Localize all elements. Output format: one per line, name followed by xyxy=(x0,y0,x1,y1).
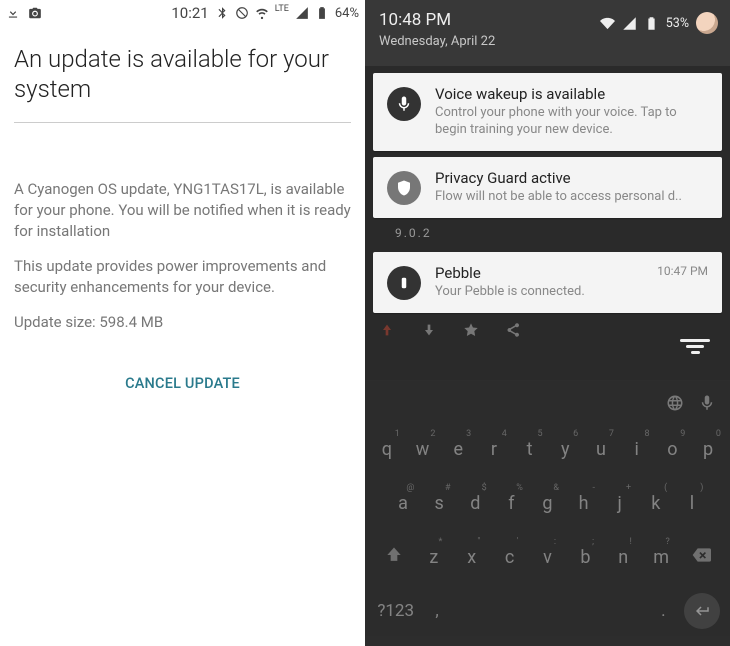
key-f[interactable]: f% xyxy=(496,493,527,514)
key-h[interactable]: h- xyxy=(568,493,599,514)
right-screenshot: 10:48 PM Wednesday, April 22 53% Voice w… xyxy=(365,0,730,646)
key-w[interactable]: w2 xyxy=(406,439,440,460)
key-j[interactable]: j+ xyxy=(604,493,635,514)
shade-battery-percent: 53% xyxy=(666,16,689,31)
signal-icon xyxy=(622,16,637,31)
key-n[interactable]: n! xyxy=(611,547,636,568)
key-x[interactable]: x" xyxy=(459,547,484,568)
key-d[interactable]: d$ xyxy=(460,493,491,514)
key-m[interactable]: m? xyxy=(649,547,674,568)
notification-body: Control your phone with your voice. Tap … xyxy=(435,105,708,139)
avatar[interactable] xyxy=(696,12,718,34)
key-g[interactable]: g& xyxy=(532,493,563,514)
download-icon xyxy=(6,6,20,20)
period-key[interactable]: . xyxy=(643,601,684,621)
notification-body: Your Pebble is connected. xyxy=(435,284,708,301)
enter-key[interactable] xyxy=(684,593,720,629)
bluetooth-icon xyxy=(215,6,229,20)
update-description-2: This update provides power improvements … xyxy=(14,256,351,298)
key-a[interactable]: a@ xyxy=(388,493,419,514)
shield-icon xyxy=(387,171,421,205)
notification-title: Voice wakeup is available xyxy=(435,85,708,103)
notification-privacy-guard[interactable]: Privacy Guard active Flow will not be ab… xyxy=(373,157,722,218)
notification-voice-wakeup[interactable]: Voice wakeup is available Control your p… xyxy=(373,73,722,151)
notification-pebble[interactable]: Pebble Your Pebble is connected. 10:47 P… xyxy=(373,252,722,313)
statusbar-left: 10:21 LTE 64% xyxy=(0,0,365,26)
notification-title: Privacy Guard active xyxy=(435,169,708,187)
key-q[interactable]: q1 xyxy=(370,439,404,460)
backspace-key[interactable] xyxy=(680,545,722,570)
mic-icon xyxy=(387,87,421,121)
shift-key[interactable] xyxy=(373,545,415,570)
watch-icon xyxy=(387,266,421,300)
cancel-update-button[interactable]: CANCEL UPDATE xyxy=(14,347,351,420)
globe-icon[interactable] xyxy=(666,394,684,412)
key-s[interactable]: s# xyxy=(424,493,455,514)
keyboard[interactable]: q1w2e3r4t5y6u7i8o9p0 a@s#d$f%g&h-j+k(l) … xyxy=(365,380,730,646)
key-b[interactable]: b; xyxy=(573,547,598,568)
key-c[interactable]: c' xyxy=(497,547,522,568)
key-p[interactable]: p0 xyxy=(691,439,725,460)
key-k[interactable]: k( xyxy=(640,493,671,514)
key-u[interactable]: u7 xyxy=(584,439,618,460)
wifi-icon xyxy=(255,6,269,20)
comma-key[interactable]: , xyxy=(416,601,457,621)
left-screenshot: 10:21 LTE 64% An update is available for… xyxy=(0,0,365,646)
no-sim-icon xyxy=(235,6,249,20)
battery-icon xyxy=(644,16,659,31)
shade-date: Wednesday, April 22 xyxy=(379,34,716,49)
update-description-1: A Cyanogen OS update, YNG1TAS17L, is ava… xyxy=(14,179,351,242)
shade-header[interactable]: 10:48 PM Wednesday, April 22 53% xyxy=(365,0,730,66)
key-l[interactable]: l) xyxy=(676,493,707,514)
battery-percent: 64% xyxy=(335,6,359,21)
symbols-key[interactable]: ?123 xyxy=(375,601,416,621)
background-action-bar xyxy=(373,318,722,342)
key-z[interactable]: z* xyxy=(421,547,446,568)
mic-icon[interactable] xyxy=(698,394,716,412)
key-y[interactable]: y6 xyxy=(548,439,582,460)
background-app-version: 9.0.2 xyxy=(373,224,722,246)
statusbar-time: 10:21 xyxy=(171,4,208,22)
key-o[interactable]: o9 xyxy=(655,439,689,460)
key-i[interactable]: i8 xyxy=(620,439,654,460)
key-e[interactable]: e3 xyxy=(441,439,475,460)
notification-body: Flow will not be able to access personal… xyxy=(435,189,708,206)
signal-icon xyxy=(295,6,309,20)
notification-time: 10:47 PM xyxy=(657,264,708,278)
key-t[interactable]: t5 xyxy=(513,439,547,460)
battery-icon xyxy=(315,6,329,20)
key-v[interactable]: v: xyxy=(535,547,560,568)
key-r[interactable]: r4 xyxy=(477,439,511,460)
shade-handle-icon[interactable] xyxy=(680,336,710,357)
wifi-icon xyxy=(600,16,615,31)
camera-icon xyxy=(28,6,42,20)
page-title: An update is available for your system xyxy=(14,44,351,123)
update-size: Update size: 598.4 MB xyxy=(14,312,351,333)
lte-label: LTE xyxy=(275,4,289,14)
